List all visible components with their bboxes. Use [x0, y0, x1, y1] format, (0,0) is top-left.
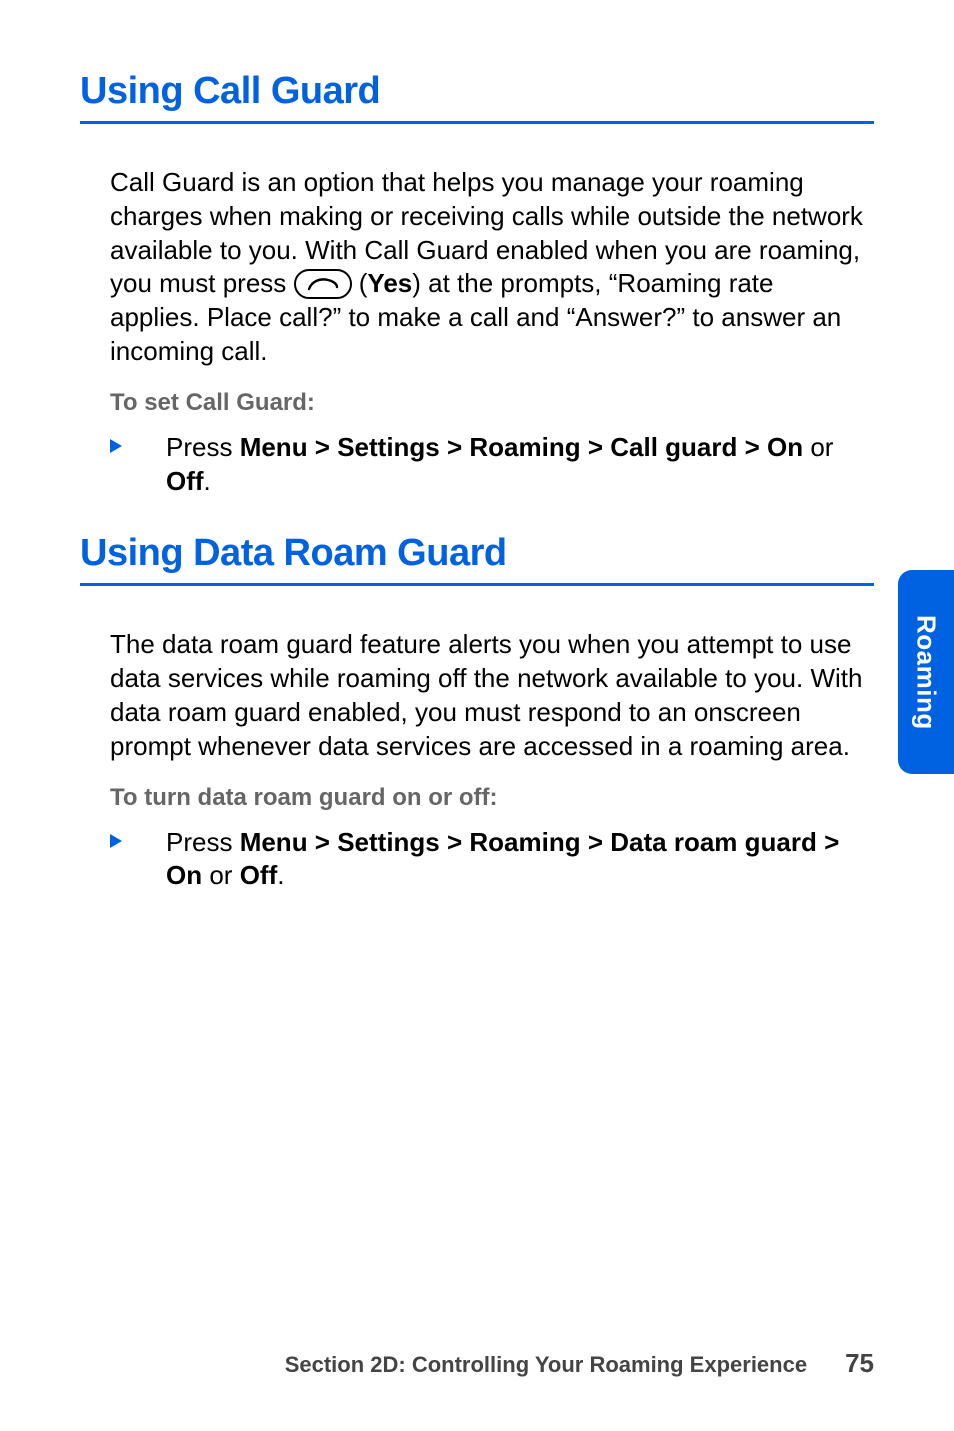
heading-data-roam-guard: Using Data Roam Guard [80, 532, 874, 586]
footer-section-title: Section 2D: Controlling Your Roaming Exp… [285, 1352, 807, 1378]
page-footer: Section 2D: Controlling Your Roaming Exp… [80, 1348, 874, 1379]
data-roam-paragraph: The data roam guard feature alerts you w… [110, 628, 866, 763]
bullet-data-roam: Press Menu > Settings > Roaming > Data r… [110, 826, 874, 894]
text-fragment: or [202, 860, 240, 890]
heading-call-guard: Using Call Guard [80, 70, 874, 124]
text-fragment: Press [166, 432, 240, 462]
bullet-triangle-icon [110, 826, 166, 853]
menu-path: Menu > Settings > Roaming > Call guard >… [240, 432, 803, 462]
text-fragment: . [277, 860, 284, 890]
text-fragment: Press [166, 827, 240, 857]
text-fragment: . [204, 466, 211, 496]
subheading-data-roam-toggle: To turn data roam guard on or off: [110, 784, 874, 812]
bullet-triangle-icon [110, 431, 166, 458]
off-label: Off [166, 466, 204, 496]
yes-label: Yes [367, 268, 412, 298]
call-guard-paragraph: Call Guard is an option that helps you m… [110, 166, 866, 369]
text-fragment: or [803, 432, 833, 462]
off-label: Off [240, 860, 278, 890]
call-key-icon [294, 269, 352, 299]
footer-page-number: 75 [845, 1348, 874, 1379]
bullet-call-guard: Press Menu > Settings > Roaming > Call g… [110, 431, 874, 499]
bullet-text: Press Menu > Settings > Roaming > Call g… [166, 431, 874, 499]
side-tab-roaming: Roaming [898, 570, 954, 774]
bullet-text: Press Menu > Settings > Roaming > Data r… [166, 826, 874, 894]
text-fragment: ( [352, 268, 368, 298]
side-tab-label: Roaming [911, 615, 942, 730]
subheading-set-call-guard: To set Call Guard: [110, 389, 874, 417]
